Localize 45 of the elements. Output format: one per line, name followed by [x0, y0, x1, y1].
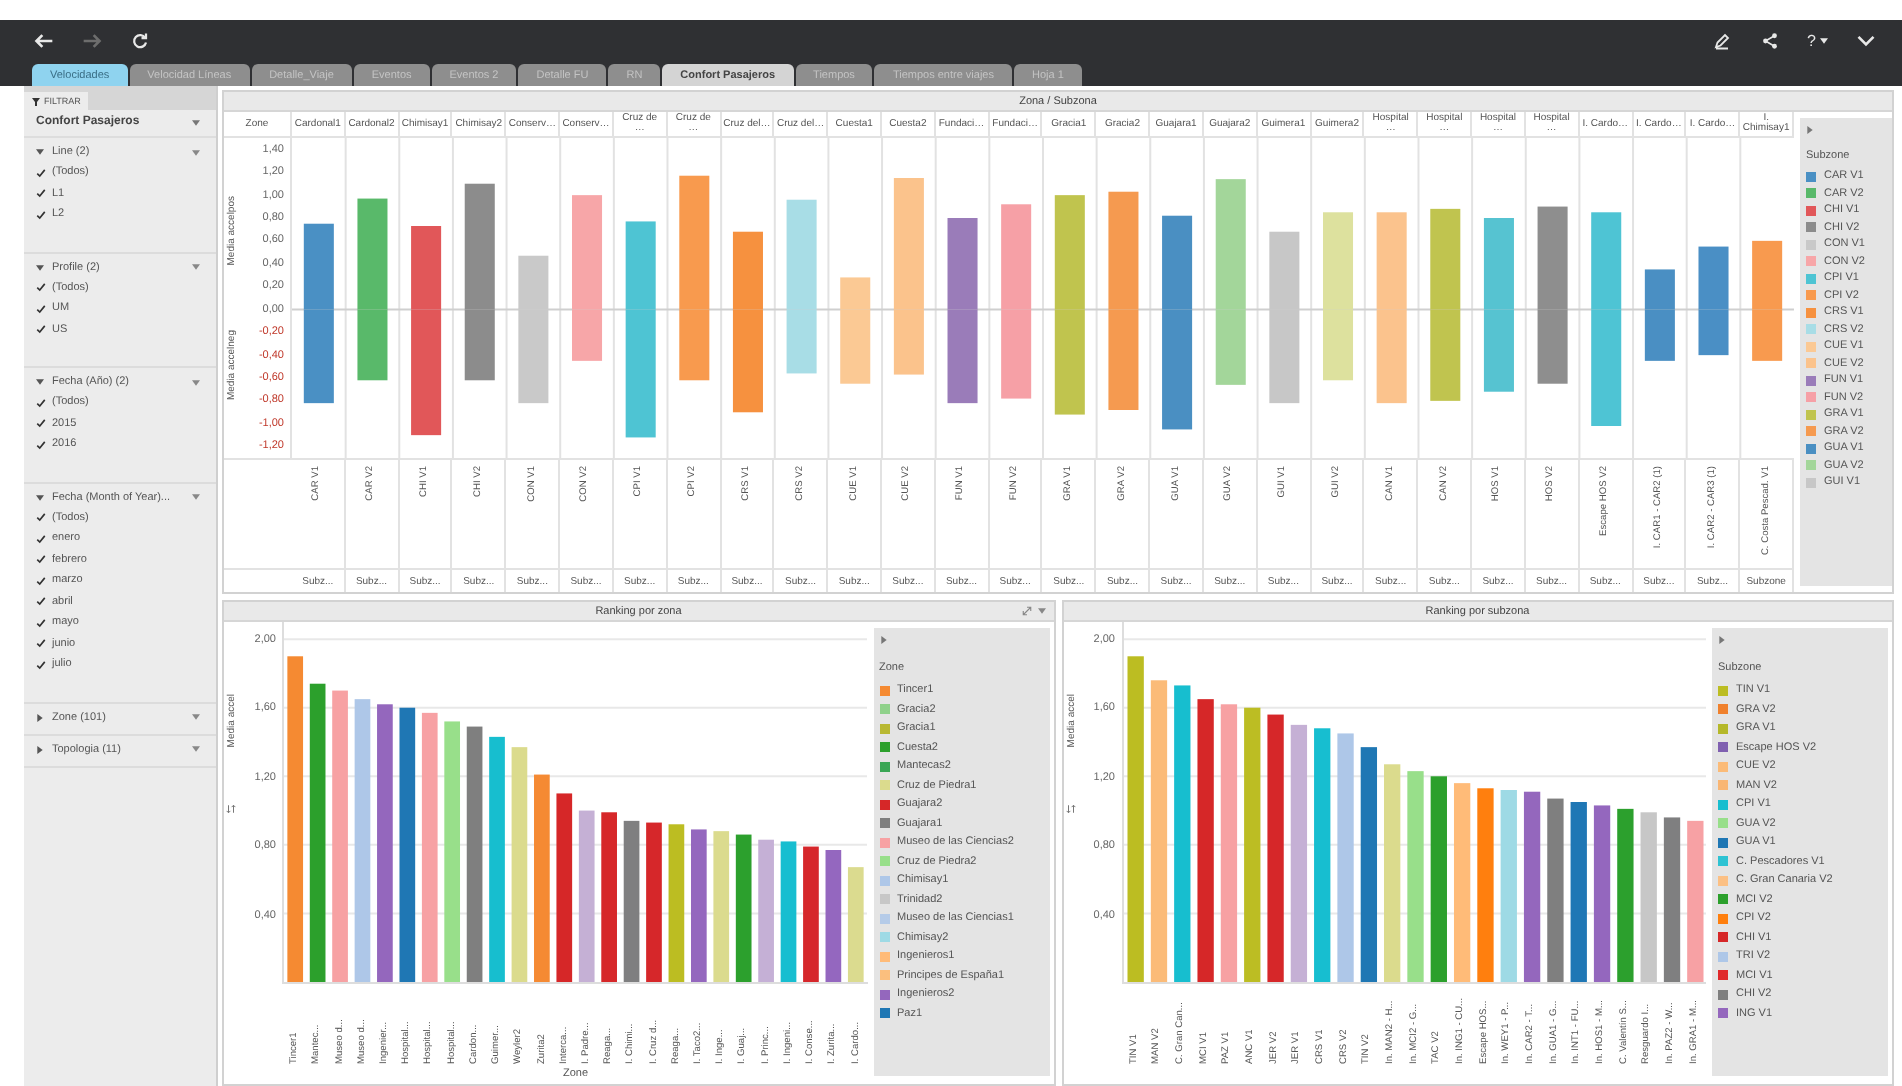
collapse-triangle-icon[interactable]	[36, 493, 44, 501]
checkbox[interactable]	[36, 554, 46, 565]
expand-triangle-icon[interactable]	[1718, 636, 1726, 644]
back-arrow-icon[interactable]	[34, 31, 54, 49]
dropdown-caret-icon[interactable]	[1037, 608, 1045, 614]
checkbox[interactable]	[36, 303, 46, 314]
dropdown-caret-icon[interactable]	[192, 714, 200, 720]
checkbox[interactable]	[36, 638, 46, 649]
checkbox[interactable]	[36, 418, 46, 429]
funnel-icon[interactable]	[32, 97, 40, 105]
checkbox[interactable]	[36, 209, 46, 220]
sort-icon[interactable]	[226, 803, 236, 813]
expand-triangle-icon[interactable]	[1806, 126, 1814, 134]
collapse-triangle-icon[interactable]	[36, 263, 44, 271]
checkbox[interactable]	[36, 188, 46, 199]
checkbox[interactable]	[36, 397, 46, 408]
collapse-triangle-icon[interactable]	[36, 148, 44, 156]
expand-triangle-icon[interactable]	[879, 636, 887, 644]
dropdown-caret-icon[interactable]	[192, 149, 200, 155]
collapse-triangle-icon[interactable]	[36, 378, 44, 386]
expand-triangle-icon[interactable]	[36, 713, 44, 721]
chevron-down-icon[interactable]	[1856, 31, 1876, 49]
pencil-icon[interactable]	[1711, 31, 1732, 49]
checkbox[interactable]	[36, 659, 46, 670]
dropdown-caret-icon[interactable]	[192, 119, 200, 125]
caret-icon[interactable]	[1820, 37, 1828, 43]
checkbox[interactable]	[36, 324, 46, 335]
checkbox[interactable]	[36, 596, 46, 607]
dropdown-caret-icon[interactable]	[192, 746, 200, 752]
checkbox[interactable]	[36, 617, 46, 628]
checkbox[interactable]	[36, 575, 46, 586]
checkbox[interactable]	[36, 533, 46, 544]
sort-icon[interactable]	[1065, 803, 1075, 813]
share-icon[interactable]	[1759, 31, 1780, 49]
dropdown-caret-icon[interactable]	[192, 379, 200, 385]
dropdown-caret-icon[interactable]	[192, 264, 200, 270]
help-button[interactable]: ?	[1801, 27, 1834, 53]
expand-icon[interactable]	[1021, 606, 1031, 616]
checkbox[interactable]	[36, 512, 46, 523]
refresh-icon[interactable]	[130, 31, 150, 49]
checkbox[interactable]	[36, 439, 46, 450]
dropdown-caret-icon[interactable]	[192, 494, 200, 500]
checkbox[interactable]	[36, 282, 46, 293]
checkbox[interactable]	[36, 167, 46, 178]
expand-triangle-icon[interactable]	[36, 745, 44, 753]
